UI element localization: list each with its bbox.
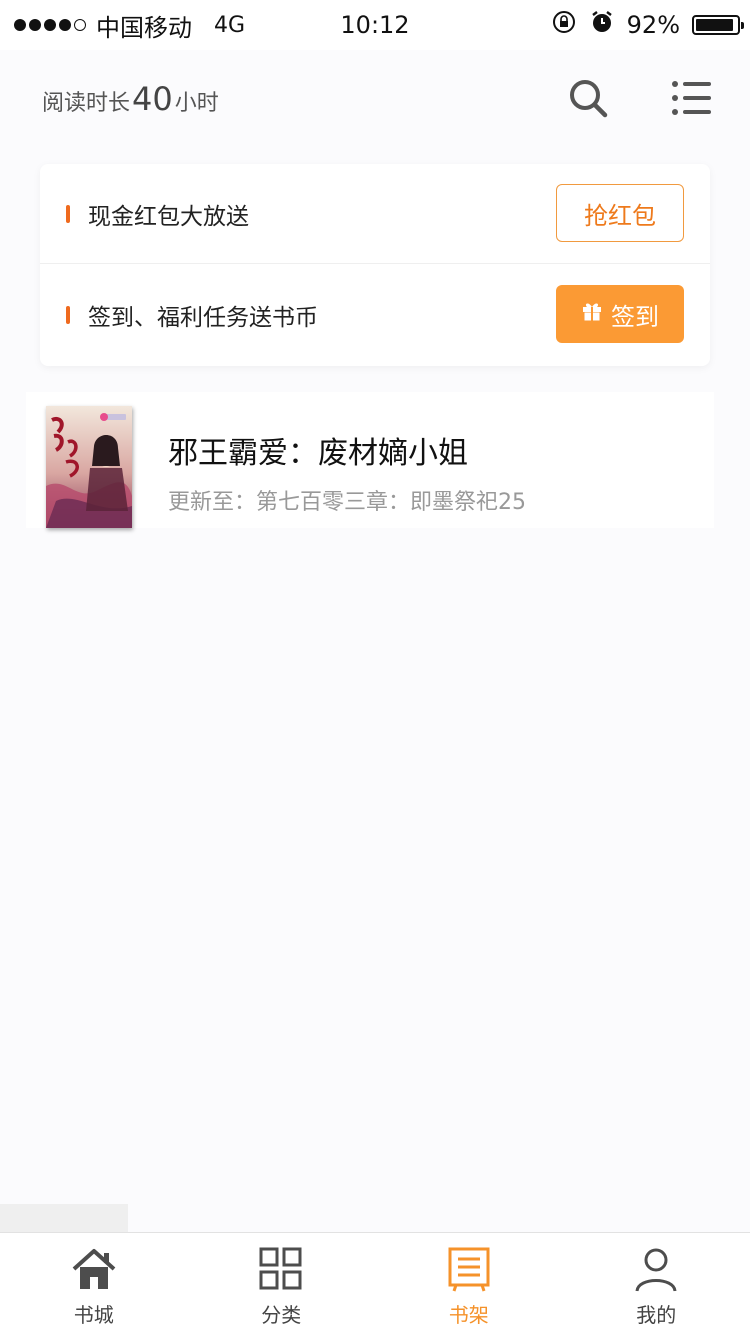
user-icon bbox=[632, 1245, 680, 1293]
divider bbox=[0, 1204, 128, 1232]
home-icon bbox=[70, 1245, 118, 1293]
battery-percent: 92% bbox=[626, 11, 680, 39]
book-title: 邪王霸爱：废材嫡小姐 bbox=[168, 436, 468, 471]
rotation-lock-icon bbox=[551, 9, 577, 41]
tab-label: 书城 bbox=[73, 1303, 114, 1327]
check-in-label: 签到 bbox=[611, 302, 659, 331]
accent-bar bbox=[66, 306, 70, 324]
book-cover-image bbox=[46, 406, 132, 528]
bookshelf-header: 阅读时长 40 小时 bbox=[0, 50, 750, 150]
grid-icon bbox=[257, 1245, 305, 1293]
tab-bookshelf[interactable]: 书架 bbox=[375, 1233, 563, 1334]
search-icon[interactable] bbox=[566, 76, 610, 120]
reading-time-suffix: 小时 bbox=[174, 91, 219, 116]
tab-bar: 书城 分类 书架 我的 bbox=[0, 1232, 750, 1334]
reading-time-prefix: 阅读时长 bbox=[42, 91, 131, 116]
tab-label: 书架 bbox=[448, 1303, 489, 1327]
list-item[interactable]: 邪王霸爱：废材嫡小姐 更新至：第七百零三章：即墨祭祀25 bbox=[26, 392, 714, 528]
carrier-name: 中国移动 bbox=[96, 13, 192, 42]
check-in-text: 签到、福利任务送书币 bbox=[88, 305, 318, 331]
red-packet-text: 现金红包大放送 bbox=[88, 203, 249, 230]
accent-bar bbox=[66, 204, 70, 223]
tab-bookstore[interactable]: 书城 bbox=[0, 1233, 188, 1334]
tab-label: 我的 bbox=[636, 1303, 677, 1327]
bookshelf-icon bbox=[445, 1245, 493, 1293]
signal-strength-icon bbox=[14, 19, 86, 31]
red-packet-row: 现金红包大放送 抢红包 bbox=[40, 164, 710, 264]
check-in-row: 签到、福利任务送书币 签到 bbox=[40, 265, 710, 365]
promo-card: 现金红包大放送 抢红包 签到、福利任务送书币 签到 bbox=[40, 164, 710, 366]
status-bar: 中国移动 4G 10:12 92% bbox=[0, 0, 750, 50]
network-type: 4G bbox=[214, 12, 246, 38]
tab-label: 分类 bbox=[261, 1303, 302, 1327]
check-in-button[interactable]: 签到 bbox=[556, 285, 684, 343]
reading-time: 阅读时长 40 小时 bbox=[42, 80, 219, 118]
grab-red-packet-button[interactable]: 抢红包 bbox=[556, 184, 684, 242]
tab-category[interactable]: 分类 bbox=[188, 1233, 376, 1334]
tab-mine[interactable]: 我的 bbox=[563, 1233, 750, 1334]
battery-icon bbox=[692, 15, 744, 35]
grab-red-packet-label: 抢红包 bbox=[584, 201, 656, 230]
gift-icon bbox=[581, 300, 603, 328]
book-update-status: 更新至：第七百零三章：即墨祭祀25 bbox=[168, 490, 526, 515]
list-menu-icon[interactable] bbox=[670, 76, 714, 120]
alarm-icon bbox=[589, 9, 615, 41]
reading-time-hours: 40 bbox=[132, 80, 173, 118]
